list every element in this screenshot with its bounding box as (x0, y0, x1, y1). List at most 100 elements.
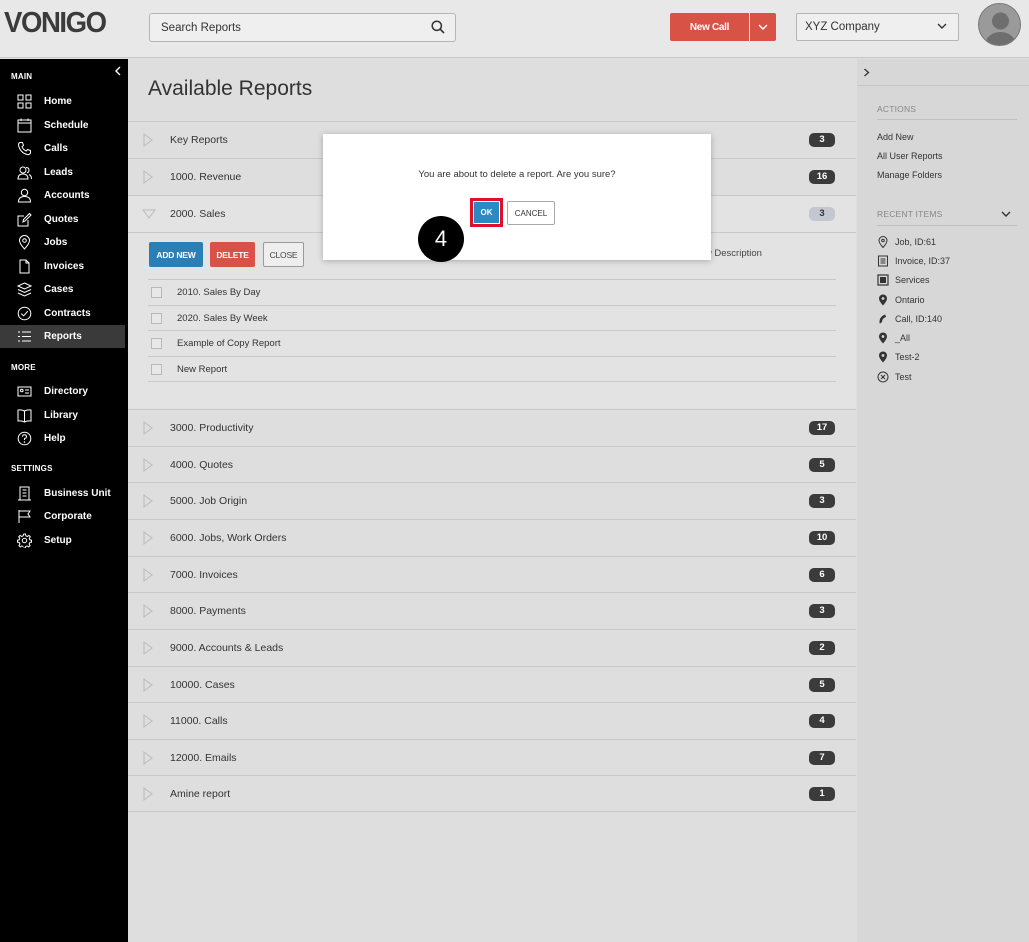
report-item[interactable]: New Report (148, 356, 836, 382)
report-checkbox[interactable] (151, 364, 162, 375)
sidebar-item-calls[interactable]: Calls (0, 137, 125, 160)
expand-triangle-icon[interactable] (143, 678, 153, 692)
sidebar-item-jobs[interactable]: Jobs (0, 231, 125, 254)
chevron-down-icon (937, 23, 947, 29)
expand-triangle-icon[interactable] (143, 494, 153, 508)
add-new-button[interactable]: ADD NEW (149, 242, 203, 267)
expand-triangle-icon[interactable] (143, 133, 153, 147)
cancel-button[interactable]: CANCEL (507, 201, 555, 225)
new-call-button[interactable]: New Call (670, 13, 749, 41)
report-name[interactable]: 2020. Sales By Week (177, 313, 268, 324)
chevron-down-icon[interactable] (1001, 211, 1011, 218)
avatar[interactable] (978, 3, 1021, 46)
action-all-user-reports-link[interactable]: All User Reports (877, 151, 943, 161)
sidebar-item-label: Home (44, 96, 72, 107)
recent-item[interactable]: Test-2 (877, 351, 1017, 365)
expand-triangle-icon[interactable] (143, 421, 153, 435)
sidebar-item-quotes[interactable]: Quotes (0, 208, 125, 231)
sidebar-item-schedule[interactable]: Schedule (0, 114, 125, 137)
report-folder-row[interactable]: 3000. Productivity 17 (128, 409, 856, 446)
home-icon (17, 94, 32, 109)
phone-icon (17, 142, 31, 156)
report-item[interactable]: 2020. Sales By Week (148, 305, 836, 331)
report-folder-row[interactable]: 4000. Quotes 5 (128, 446, 856, 483)
sidebar-item-setup[interactable]: Setup (0, 529, 125, 552)
sidebar-item-invoices[interactable]: Invoices (0, 255, 125, 278)
chevron-right-icon[interactable] (863, 68, 870, 77)
report-folder-row[interactable]: Amine report 1 (128, 775, 856, 812)
sidebar-item-label: Help (44, 433, 66, 444)
search-input[interactable] (150, 14, 425, 41)
sidebar-item-home[interactable]: Home (0, 90, 125, 113)
folder-name: 2000. Sales (170, 208, 226, 220)
expand-triangle-icon[interactable] (143, 568, 153, 582)
report-folder-row[interactable]: 8000. Payments 3 (128, 592, 856, 629)
report-folder-row[interactable]: 6000. Jobs, Work Orders 10 (128, 519, 856, 556)
report-item[interactable]: Example of Copy Report (148, 330, 836, 356)
collapse-triangle-icon[interactable] (142, 209, 156, 219)
sidebar-item-label: Accounts (44, 190, 90, 201)
collapse-sidebar-icon[interactable] (114, 63, 122, 81)
folder-count-badge: 3 (809, 133, 835, 147)
recent-item[interactable]: Ontario (877, 294, 1017, 308)
report-folder-row[interactable]: 10000. Cases 5 (128, 666, 856, 703)
search-box[interactable] (149, 13, 456, 42)
folder-count-badge: 4 (809, 714, 835, 728)
sidebar-item-cases[interactable]: Cases (0, 278, 125, 301)
report-checkbox[interactable] (151, 313, 162, 324)
close-button[interactable]: CLOSE (263, 242, 304, 267)
action-manage-folders-link[interactable]: Manage Folders (877, 170, 942, 180)
folder-name: Amine report (170, 788, 231, 800)
delete-button[interactable]: DELETE (210, 242, 255, 267)
report-folder-row[interactable]: 11000. Calls 4 (128, 702, 856, 739)
search-icon[interactable] (431, 20, 445, 39)
vonigo-logo[interactable]: VONIGO (4, 7, 107, 40)
report-folder-row[interactable]: 5000. Job Origin 3 (128, 482, 856, 519)
ok-button[interactable]: OK (474, 202, 499, 223)
recent-item[interactable]: Test (877, 371, 1017, 385)
report-folder-row[interactable]: 12000. Emails 7 (128, 739, 856, 776)
sidebar-item-reports[interactable]: Reports (0, 325, 125, 348)
sidebar-item-library[interactable]: Library (0, 404, 125, 427)
recent-item[interactable]: _All (877, 332, 1017, 346)
company-select[interactable]: XYZ Company (796, 13, 959, 41)
expand-triangle-icon[interactable] (143, 531, 153, 545)
ok-button-highlight[interactable]: OK (470, 198, 503, 227)
recent-item-label: Call, ID:140 (895, 314, 943, 324)
sidebar-item-contracts[interactable]: Contracts (0, 302, 125, 325)
recent-item[interactable]: Services (877, 274, 1017, 288)
report-name[interactable]: Example of Copy Report (177, 338, 281, 349)
sidebar-item-help[interactable]: Help (0, 427, 125, 450)
recent-item[interactable]: Invoice, ID:37 (877, 255, 1017, 269)
expand-triangle-icon[interactable] (143, 787, 153, 801)
sidebar-item-directory[interactable]: Directory (0, 380, 125, 403)
document-icon (878, 255, 888, 267)
expand-triangle-icon[interactable] (143, 641, 153, 655)
expand-triangle-icon[interactable] (143, 604, 153, 618)
report-name[interactable]: New Report (177, 364, 227, 375)
report-item[interactable]: 2010. Sales By Day (148, 279, 836, 305)
expand-triangle-icon[interactable] (143, 714, 153, 728)
folder-name: 8000. Payments (170, 605, 246, 617)
expand-triangle-icon[interactable] (143, 751, 153, 765)
action-add-new-link[interactable]: Add New (877, 132, 914, 142)
sidebar-item-leads[interactable]: Leads (0, 161, 125, 184)
expand-triangle-icon[interactable] (143, 458, 153, 472)
sidebar-item-accounts[interactable]: Accounts (0, 184, 125, 207)
report-folder-row[interactable]: 9000. Accounts & Leads 2 (128, 629, 856, 666)
report-checkbox[interactable] (151, 287, 162, 298)
report-name[interactable]: 2010. Sales By Day (177, 287, 260, 298)
report-folder-row[interactable]: 7000. Invoices 6 (128, 556, 856, 593)
recent-item[interactable]: Job, ID:61 (877, 236, 1017, 250)
sidebar: MAIN Home Schedule Calls Leads Accounts … (0, 59, 128, 942)
expand-triangle-icon[interactable] (143, 170, 153, 184)
sidebar-item-corporate[interactable]: Corporate (0, 505, 125, 528)
folder-count-badge: 3 (809, 207, 835, 221)
recent-item-label: Test (895, 372, 912, 382)
recent-item-label: _All (895, 333, 911, 343)
report-checkbox[interactable] (151, 338, 162, 349)
new-call-dropdown-button[interactable] (750, 13, 776, 41)
sidebar-item-label: Reports (44, 331, 82, 342)
recent-item[interactable]: Call, ID:140 (877, 313, 1017, 327)
sidebar-item-business-unit[interactable]: Business Unit (0, 482, 125, 505)
